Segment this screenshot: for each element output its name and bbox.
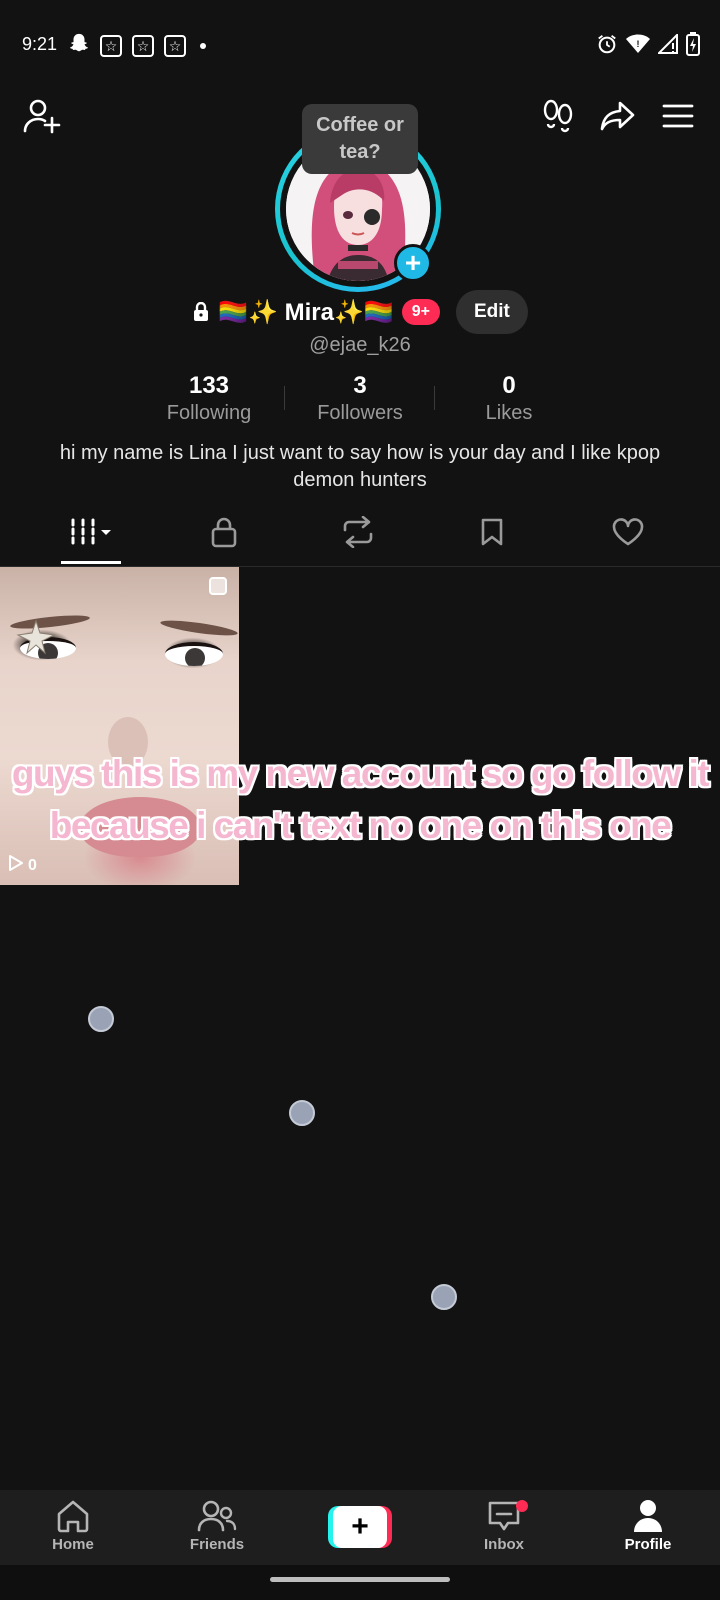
display-name: 🏳️‍🌈✨ Mira✨🏳️‍🌈 xyxy=(218,298,394,326)
profile-icon xyxy=(598,1498,698,1534)
star-box-icon: ☆ xyxy=(132,34,154,57)
liked-heart-icon xyxy=(612,517,644,551)
dot-icon xyxy=(200,42,206,49)
nav-profile[interactable]: Profile xyxy=(598,1498,698,1553)
svg-text:!: ! xyxy=(637,39,640,49)
alarm-icon xyxy=(596,33,618,60)
view-count: 0 xyxy=(8,854,37,877)
touch-indicator xyxy=(431,1284,457,1310)
add-story-button[interactable]: + xyxy=(394,244,432,282)
multi-select-checkbox[interactable] xyxy=(209,577,227,595)
touch-indicator xyxy=(289,1100,315,1126)
stat-label: Following xyxy=(166,402,252,424)
inbox-notification-dot xyxy=(516,1500,528,1512)
tab-reposts[interactable] xyxy=(326,512,390,556)
videos-grid-icon xyxy=(69,517,115,552)
nav-label: Friends xyxy=(189,1536,245,1553)
friends-icon xyxy=(167,1498,267,1534)
private-account-lock-icon xyxy=(192,301,210,323)
tooltip-bubble[interactable]: Coffee or tea? xyxy=(302,104,418,174)
nav-friends[interactable]: Friends xyxy=(167,1498,267,1553)
stat-value: 133 xyxy=(188,372,230,399)
stat-label: Followers xyxy=(317,402,403,424)
tab-liked[interactable] xyxy=(596,512,660,556)
stat-following[interactable]: 133 Following xyxy=(134,372,284,425)
add-friend-button[interactable] xyxy=(20,96,64,140)
footprints-icon xyxy=(542,99,574,138)
home-indicator-bar[interactable] xyxy=(270,1577,450,1582)
nav-home[interactable]: Home xyxy=(23,1498,123,1553)
menu-button[interactable] xyxy=(656,96,700,140)
private-lock-icon xyxy=(210,516,238,553)
play-icon xyxy=(8,854,24,877)
share-profile-button[interactable] xyxy=(596,96,640,140)
stat-value: 0 xyxy=(502,372,516,399)
tab-private[interactable] xyxy=(192,512,256,556)
create-button[interactable]: + xyxy=(328,1506,392,1548)
stat-value: 3 xyxy=(353,372,367,399)
gesture-area xyxy=(0,1565,720,1600)
tab-favorites[interactable] xyxy=(460,512,524,556)
tab-videos[interactable] xyxy=(60,512,124,556)
view-count-value: 0 xyxy=(28,856,37,874)
add-friend-icon xyxy=(23,98,61,139)
active-tab-indicator xyxy=(61,561,121,564)
overlay-caption-text: guys this is my new account so go follow… xyxy=(11,753,710,846)
star-box-icon: ☆ xyxy=(100,34,122,57)
sparkle-sticker-icon xyxy=(10,619,62,655)
stat-followers[interactable]: 3 Followers xyxy=(285,372,435,425)
name-row: 🏳️‍🌈✨ Mira✨🏳️‍🌈 9+ Edit xyxy=(0,290,720,334)
reposts-icon xyxy=(341,515,375,553)
profile-views-button[interactable] xyxy=(536,96,580,140)
status-bar: 9:21 ☆ ☆ ☆ ! xyxy=(0,0,720,90)
touch-indicator xyxy=(88,1006,114,1032)
status-left-icons: ☆ ☆ ☆ xyxy=(68,32,206,59)
bio[interactable]: hi my name is Lina I just want to say ho… xyxy=(40,440,680,494)
notification-badge[interactable]: 9+ xyxy=(401,299,440,325)
wifi-icon: ! xyxy=(626,33,650,60)
favorites-bookmark-icon xyxy=(480,517,504,552)
nav-label: Inbox xyxy=(484,1536,524,1553)
star-box-icon: ☆ xyxy=(164,34,186,57)
inbox-icon xyxy=(454,1498,554,1534)
nav-label: Profile xyxy=(624,1536,672,1553)
nav-label: Home xyxy=(52,1536,94,1553)
bottom-nav: Home Friends + Inbox Profile xyxy=(0,1490,720,1565)
signal-icon xyxy=(656,32,678,59)
status-time: 9:21 xyxy=(22,34,58,54)
battery-charging-icon xyxy=(686,32,700,61)
snapchat-icon xyxy=(68,32,90,59)
share-icon xyxy=(600,100,636,137)
status-right-icons: ! xyxy=(596,32,700,61)
menu-icon xyxy=(662,103,694,134)
edit-profile-button[interactable]: Edit xyxy=(455,290,528,334)
home-icon xyxy=(23,1498,123,1534)
username: @ejae_k26 xyxy=(309,334,411,356)
stat-likes[interactable]: 0 Likes xyxy=(434,372,584,425)
nav-inbox[interactable]: Inbox xyxy=(454,1498,554,1553)
stat-label: Likes xyxy=(485,402,533,424)
create-plus-icon: + xyxy=(333,1506,387,1548)
